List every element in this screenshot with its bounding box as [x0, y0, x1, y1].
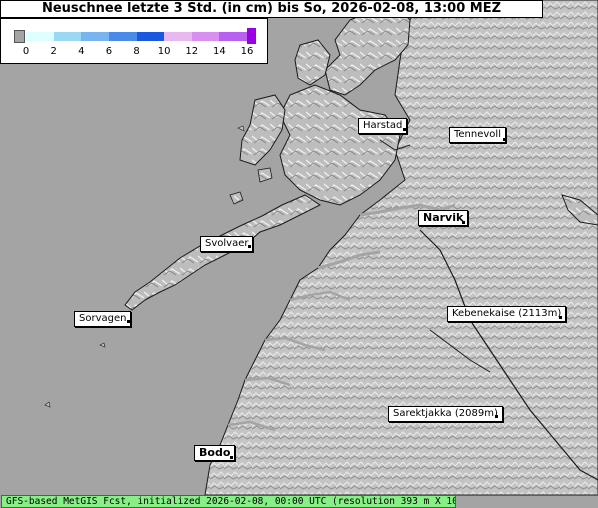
- legend-swatch: [164, 32, 192, 41]
- legend-swatch-max: [247, 28, 256, 44]
- place-marker-sarektjakka: [495, 415, 498, 418]
- legend-swatch: [108, 32, 137, 41]
- place-label-kebenekaise: Kebenekaise (2113m): [447, 306, 567, 322]
- legend-swatch: [219, 32, 247, 41]
- legend-swatch: [26, 32, 54, 41]
- legend-tick: 2: [50, 46, 57, 57]
- legend-tick: 14: [213, 46, 226, 57]
- place-marker-sorvagen: [127, 320, 130, 323]
- legend-no-data-swatch: [14, 30, 25, 43]
- legend-tick: 0: [22, 46, 30, 57]
- legend-tick: 8: [133, 46, 140, 57]
- map-title: Neuschnee letzte 3 Std. (in cm) bis So, …: [0, 0, 543, 18]
- place-marker-tennevoll: [503, 138, 506, 141]
- forecast-info-bar: GFS-based MetGIS Fcst, initialized 2026-…: [1, 495, 456, 508]
- place-marker-bodo: [230, 456, 233, 459]
- place-marker-kebenekaise: [559, 316, 562, 319]
- place-label-sarektjakka: Sarektjakka (2089m): [388, 406, 503, 422]
- legend-tick: 6: [105, 46, 113, 57]
- place-label-svolvaer: Svolvaer: [200, 236, 254, 252]
- place-marker-narvik: [462, 221, 465, 224]
- place-marker-harstad: [403, 128, 406, 131]
- legend-tick: 4: [78, 46, 85, 57]
- map-stage: Neuschnee letzte 3 Std. (in cm) bis So, …: [0, 0, 598, 508]
- terrain-map: [0, 0, 598, 508]
- legend-tick: 12: [185, 46, 199, 57]
- place-label-narvik: Narvik: [418, 210, 469, 226]
- legend-swatch: [191, 32, 220, 41]
- legend-tick: 16: [240, 46, 254, 57]
- legend-tick: 10: [157, 46, 171, 57]
- snow-legend: 0 2 4 6 8 10 12 14 16: [0, 18, 268, 64]
- place-label-harstad: Harstad: [358, 118, 408, 134]
- place-marker-svolvaer: [248, 245, 251, 248]
- place-label-sorvagen: Sorvagen: [74, 311, 132, 327]
- legend-swatch: [136, 32, 165, 41]
- legend-swatch: [53, 32, 82, 41]
- legend-swatch: [81, 32, 109, 41]
- place-label-tennevoll: Tennevoll: [449, 127, 506, 143]
